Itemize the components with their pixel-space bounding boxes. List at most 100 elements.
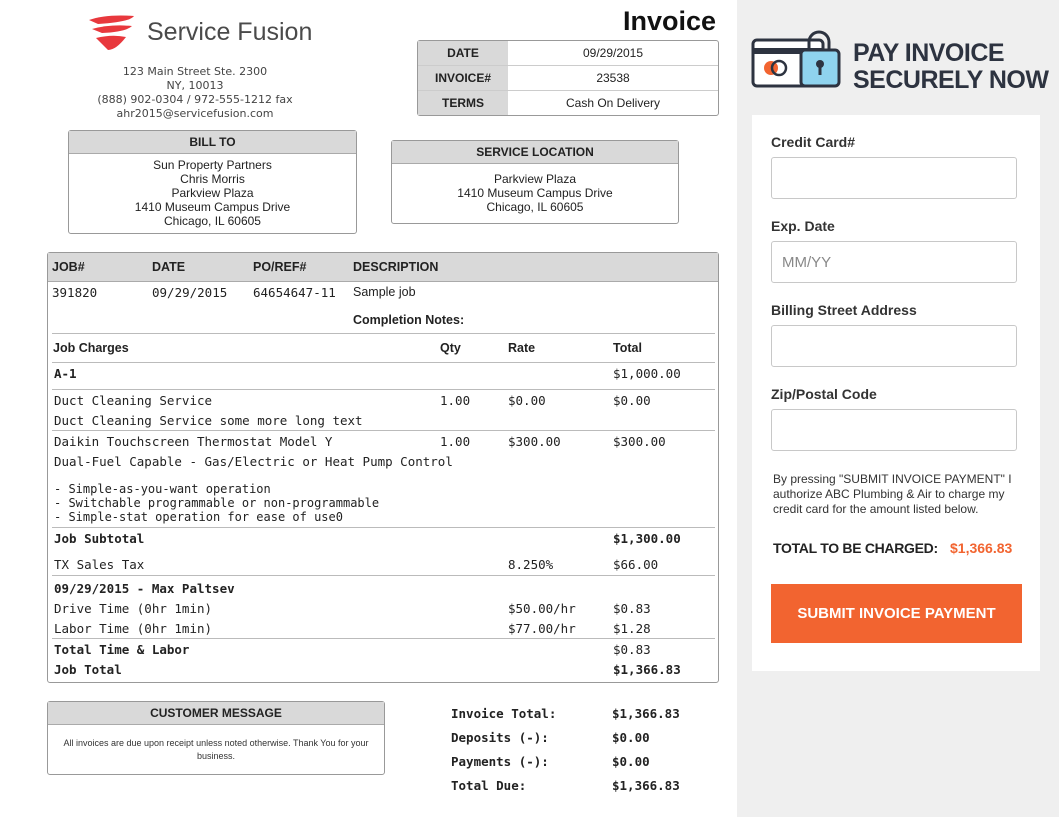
- service-location-line: Parkview Plaza: [493, 172, 577, 186]
- meta-label: INVOICE#: [418, 66, 508, 90]
- divider: [52, 389, 715, 390]
- job-poref: 64654647-11: [253, 285, 336, 300]
- credit-card-input[interactable]: [771, 157, 1017, 199]
- company-phone: (888) 902-0304 / 972-555-1212 fax: [97, 93, 293, 106]
- zip-code-input[interactable]: [771, 409, 1017, 451]
- customer-message-heading: CUSTOMER MESSAGE: [48, 702, 384, 725]
- divider: [52, 575, 715, 576]
- job-number: 391820: [52, 285, 98, 300]
- labor-time-total: $1.28: [613, 621, 651, 636]
- labor-time-rate: $77.00/hr: [508, 621, 576, 636]
- divider: [52, 362, 715, 363]
- item-bullet: - Switchable programmable or non-program…: [54, 496, 380, 510]
- zip-code-label: Zip/Postal Code: [771, 386, 877, 402]
- charges-col-name: Job Charges: [53, 341, 129, 355]
- company-address2: NY, 10013: [166, 79, 224, 92]
- total-time-label: Total Time & Labor: [54, 642, 190, 657]
- pay-title-line2: SECURELY NOW: [853, 66, 1049, 94]
- payments-value: $0.00: [612, 754, 650, 769]
- company-logo-icon: [86, 12, 138, 52]
- total-to-charge-label: TOTAL TO BE CHARGED:: [773, 540, 938, 556]
- item-rate: $0.00: [508, 393, 546, 408]
- exp-date-input[interactable]: [771, 241, 1017, 283]
- group-name: A-1: [54, 366, 77, 381]
- total-to-charge-value: $1,366.83: [950, 540, 1013, 556]
- meta-row-date: DATE 09/29/2015: [418, 41, 718, 66]
- meta-row-terms: TERMS Cash On Delivery: [418, 91, 718, 115]
- job-total-label: Job Total: [54, 662, 122, 677]
- col-poref: PO/REF#: [253, 260, 307, 274]
- charges-col-rate: Rate: [508, 341, 536, 355]
- total-time-value: $0.83: [613, 642, 651, 657]
- labor-time-label: Labor Time (0hr 1min): [54, 621, 213, 636]
- company-address1: 123 Main Street Ste. 2300: [122, 65, 268, 78]
- tax-value: $66.00: [613, 557, 659, 572]
- job-date: 09/29/2015: [152, 285, 228, 300]
- total-due-value: $1,366.83: [612, 778, 680, 793]
- pay-title: PAY INVOICE SECURELY NOW: [853, 39, 1049, 94]
- bill-to-line: Chicago, IL 60605: [164, 214, 261, 228]
- divider: [52, 527, 715, 528]
- charges-col-total: Total: [613, 341, 642, 355]
- service-location-address: Parkview Plaza 1410 Museum Campus Drive …: [392, 164, 678, 214]
- item-qty: 1.00: [440, 393, 471, 408]
- credit-card-label: Credit Card#: [771, 134, 856, 150]
- item-description: Dual-Fuel Capable - Gas/Electric or Heat…: [54, 454, 453, 469]
- pay-title-line1: PAY INVOICE: [853, 39, 1005, 67]
- meta-value: 23538: [596, 71, 630, 85]
- tax-label: TX Sales Tax: [54, 557, 145, 572]
- completion-notes: Completion Notes:: [353, 313, 465, 327]
- total-due-label: Total Due:: [451, 778, 527, 793]
- job-total-value: $1,366.83: [613, 662, 681, 677]
- company-email: ahr2015@servicefusion.com: [116, 107, 274, 120]
- exp-date-label: Exp. Date: [771, 218, 835, 234]
- drive-time-label: Drive Time (0hr 1min): [54, 601, 213, 616]
- invoice-total-label: Invoice Total:: [451, 706, 557, 721]
- col-date: DATE: [152, 260, 186, 274]
- customer-message-box: CUSTOMER MESSAGE All invoices are due up…: [47, 701, 385, 775]
- bill-to-line: Parkview Plaza: [171, 186, 254, 200]
- meta-value: Cash On Delivery: [565, 96, 661, 110]
- card-lock-icon: [751, 28, 843, 90]
- tax-rate: 8.250%: [508, 557, 554, 572]
- divider: [52, 638, 715, 639]
- service-location-heading: SERVICE LOCATION: [392, 141, 678, 164]
- subtotal-label: Job Subtotal: [54, 531, 145, 546]
- col-job: JOB#: [52, 260, 85, 274]
- invoice-meta-table: DATE 09/29/2015 INVOICE# 23538 TERMS Cas…: [417, 40, 719, 116]
- bill-to-line: Chris Morris: [180, 172, 245, 186]
- item-name: Daikin Touchscreen Thermostat Model Y: [54, 434, 333, 449]
- invoice-total-value: $1,366.83: [612, 706, 680, 721]
- service-location-box: SERVICE LOCATION Parkview Plaza 1410 Mus…: [391, 140, 679, 224]
- meta-row-invoice: INVOICE# 23538: [418, 66, 718, 91]
- drive-time-total: $0.83: [613, 601, 651, 616]
- service-location-line: 1410 Museum Campus Drive: [457, 186, 613, 200]
- billing-street-input[interactable]: [771, 325, 1017, 367]
- bill-to-address: Sun Property Partners Chris Morris Parkv…: [69, 154, 356, 228]
- item-description: Duct Cleaning Service some more long tex…: [54, 413, 363, 428]
- bill-to-heading: BILL TO: [69, 131, 356, 154]
- item-total: $0.00: [613, 393, 651, 408]
- company-name: Service Fusion: [147, 18, 313, 46]
- group-total: $1,000.00: [613, 366, 681, 381]
- authorization-disclaimer: By pressing "SUBMIT INVOICE PAYMENT" I a…: [773, 472, 1012, 516]
- drive-time-rate: $50.00/hr: [508, 601, 576, 616]
- tech-heading: 09/29/2015 - Max Paltsev: [54, 581, 235, 596]
- item-qty: 1.00: [440, 434, 471, 449]
- item-rate: $300.00: [508, 434, 561, 449]
- item-bullet: - Simple-stat operation for ease of use0: [54, 510, 343, 524]
- col-description: DESCRIPTION: [353, 260, 439, 274]
- page-title: Invoice: [623, 6, 717, 36]
- subtotal-value: $1,300.00: [613, 531, 681, 546]
- submit-payment-button[interactable]: SUBMIT INVOICE PAYMENT: [771, 584, 1022, 643]
- meta-value: 09/29/2015: [582, 46, 644, 60]
- job-description: Sample job: [353, 285, 416, 299]
- divider: [52, 430, 715, 431]
- item-name: Duct Cleaning Service: [54, 393, 213, 408]
- meta-label: DATE: [418, 41, 508, 65]
- deposits-label: Deposits (-):: [451, 730, 549, 745]
- service-location-line: Chicago, IL 60605: [486, 200, 584, 214]
- item-total: $300.00: [613, 434, 666, 449]
- billing-street-label: Billing Street Address: [771, 302, 917, 318]
- customer-message-text: All invoices are due upon receipt unless…: [63, 738, 369, 761]
